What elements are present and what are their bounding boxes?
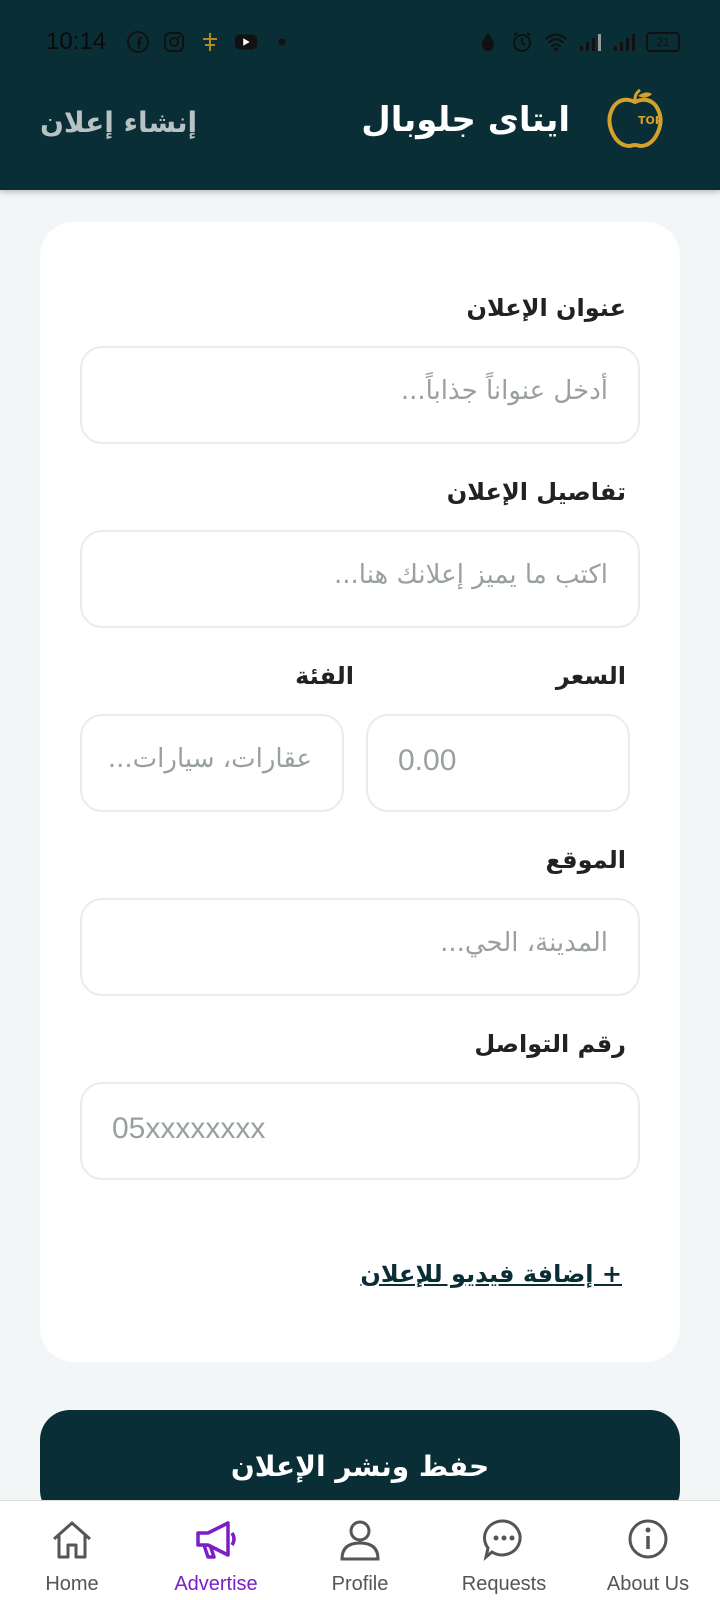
nav-requests-label: Requests [461,1573,547,1595]
category-label: الفئة [295,662,354,690]
youtube-icon [234,30,258,54]
data-saver-icon [476,30,500,54]
price-input[interactable]: 0.00 [366,714,630,812]
apple-logo-icon: TOP [602,88,668,154]
page-title: إنشاء إعلان [40,106,198,139]
wifi-icon [544,30,568,54]
dot-icon [270,30,294,54]
nav-profile-label: Profile [331,1573,389,1595]
battery-indicator: 21 [646,32,680,52]
signal-icon [612,30,636,54]
ad-title-placeholder: أدخل عنواناً جذاباً... [400,376,608,406]
status-time: 10:14 [46,28,107,55]
nav-requests[interactable]: Requests [432,1501,576,1600]
add-video-link[interactable]: + إضافة فيديو للإعلان [360,1260,622,1288]
nav-advertise-label: Advertise [174,1573,258,1595]
ad-title-input[interactable]: أدخل عنواناً جذاباً... [80,346,640,444]
ad-details-input[interactable]: اكتب ما يميز إعلانك هنا... [80,530,640,628]
phone-placeholder: 05xxxxxxxx [112,1112,266,1145]
category-placeholder: عقارات، سيارات... [107,744,312,774]
location-label: الموقع [545,846,626,874]
status-right-icons: 21 [476,30,680,54]
chat-icon [480,1515,528,1567]
nav-home[interactable]: Home [0,1501,144,1600]
info-icon [624,1515,672,1567]
nav-about-label: About Us [606,1573,690,1595]
svg-text:TOP: TOP [638,114,663,127]
alarm-icon [510,30,534,54]
megaphone-icon [192,1515,240,1567]
location-input[interactable]: المدينة، الحي... [80,898,640,996]
app-icon [198,30,222,54]
price-placeholder: 0.00 [398,744,457,777]
nav-profile[interactable]: Profile [288,1501,432,1600]
status-bar: 10:14 21 [0,0,720,90]
app-title: ايتاى جلوبال [361,100,570,140]
price-label: السعر [555,662,626,690]
phone-label: رقم التواصل [474,1030,626,1058]
facebook-icon [126,30,150,54]
home-icon [48,1515,96,1567]
nav-about[interactable]: About Us [576,1501,720,1600]
instagram-icon [162,30,186,54]
status-left-icons [126,30,294,54]
ad-details-label: تفاصيل الإعلان [446,478,626,506]
signal-icon [578,30,602,54]
nav-advertise[interactable]: Advertise [144,1501,288,1600]
nav-home-label: Home [45,1573,99,1595]
person-icon [336,1515,384,1567]
bottom-nav: Home Advertise Profile Requests About Us [0,1500,720,1600]
phone-input[interactable]: 05xxxxxxxx [80,1082,640,1180]
category-input[interactable]: عقارات، سيارات... [80,714,344,812]
ad-title-label: عنوان الإعلان [466,294,626,322]
app-header: 10:14 21 إنشاء إعلان ايتاى جلوبال TOP [0,0,720,190]
ad-form-card: عنوان الإعلان أدخل عنواناً جذاباً... تفا… [40,222,680,1362]
ad-details-placeholder: اكتب ما يميز إعلانك هنا... [333,560,608,590]
location-placeholder: المدينة، الحي... [440,928,608,958]
